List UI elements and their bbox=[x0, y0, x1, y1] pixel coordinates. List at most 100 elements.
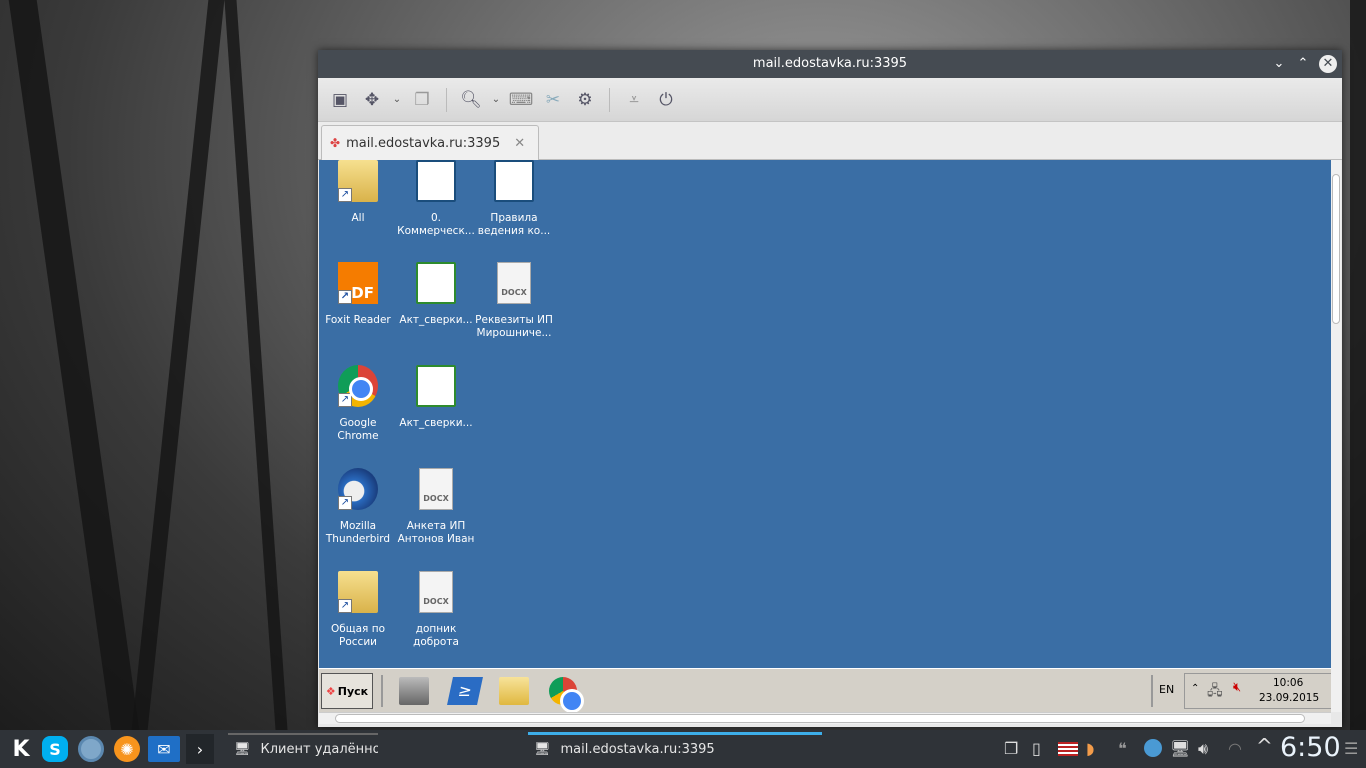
thunderbird-icon: ↗ bbox=[338, 468, 378, 510]
start-button[interactable]: ❖ Пуск bbox=[321, 673, 373, 709]
minimize-button[interactable]: ⌄ bbox=[1270, 55, 1288, 73]
us-flag-icon[interactable] bbox=[1058, 742, 1078, 756]
maximize-button[interactable]: ⌃ bbox=[1294, 55, 1312, 73]
remmina-icon: 🖥︎ bbox=[534, 741, 551, 757]
network-icon[interactable]: 🖧 bbox=[1207, 680, 1223, 704]
remote-desktop[interactable]: ↗ All 0. Коммерческ... Правила ведения ко… bbox=[319, 160, 1331, 668]
icon-label: Правила ведения ко... bbox=[477, 212, 551, 237]
tools-icon[interactable]: ✂ bbox=[539, 86, 567, 114]
fullscreen-icon[interactable]: ▣ bbox=[326, 86, 354, 114]
desktop-icon-rules[interactable]: Правила ведения ко... bbox=[475, 160, 553, 238]
docx-file-icon: DOCX bbox=[419, 571, 453, 613]
skype-icon[interactable]: S bbox=[42, 736, 68, 762]
language-indicator[interactable]: EN bbox=[1159, 683, 1174, 696]
task-label: mail.edostavka.ru:3395 bbox=[560, 741, 715, 757]
desktop-icon-dopnik[interactable]: DOCX допник доброта bbox=[397, 571, 475, 649]
chromium-tray-icon[interactable] bbox=[1144, 739, 1162, 757]
chevron-down-icon[interactable]: ⌄ bbox=[489, 94, 503, 105]
clipboard-icon[interactable]: ❐ bbox=[1004, 739, 1018, 758]
task-remmina-client[interactable]: 🖥︎ Клиент удалённого рабочего стола Remm bbox=[228, 730, 378, 768]
shortcut-arrow-icon: ↗ bbox=[338, 188, 352, 202]
tab-bar: ✤ mail.edostavka.ru:3395 ✕ bbox=[318, 122, 1342, 160]
chromium-icon[interactable] bbox=[78, 736, 104, 762]
docx-file-icon: DOCX bbox=[419, 468, 453, 510]
shortcut-arrow-icon: ↗ bbox=[338, 599, 352, 613]
clock[interactable]: 6:50 bbox=[1280, 732, 1341, 763]
spreadsheet-icon bbox=[416, 365, 456, 407]
mail-icon[interactable]: ✉ bbox=[148, 736, 180, 762]
scroll-thumb[interactable] bbox=[1332, 174, 1340, 324]
icon-label: Mozilla Thunderbird bbox=[325, 520, 391, 545]
desktop-icon-anketa[interactable]: DOCX Анкета ИП Антонов Иван bbox=[397, 468, 475, 546]
title-bar[interactable]: mail.edostavka.ru:3395 ⌄ ⌃ ✕ bbox=[318, 50, 1342, 78]
remmina-icon: ✤ bbox=[330, 136, 341, 150]
desktop-icon-russia[interactable]: ↗ Общая по России bbox=[319, 571, 397, 649]
icon-label: Общая по России bbox=[330, 623, 385, 648]
scale-icon[interactable]: ✥ bbox=[358, 86, 386, 114]
icon-label: Foxit Reader bbox=[325, 314, 391, 326]
disconnect-icon[interactable]: ⏻ bbox=[652, 86, 680, 114]
desktop-icon-requisites[interactable]: DOCX Реквезиты ИП Мирошниче... bbox=[475, 262, 553, 340]
start-label: Пуск bbox=[337, 684, 369, 698]
desktop-icon-all[interactable]: ↗ All bbox=[319, 160, 397, 225]
keyboard-icon[interactable]: ⌨ bbox=[507, 86, 535, 114]
preferences-icon[interactable]: ⚙ bbox=[571, 86, 599, 114]
clementine-icon[interactable]: ✺ bbox=[114, 736, 140, 762]
icon-label: 0. Коммерческ... bbox=[397, 212, 475, 237]
battery-icon[interactable]: ▯ bbox=[1032, 739, 1041, 758]
horizontal-scrollbar[interactable] bbox=[319, 712, 1331, 724]
multi-window-icon[interactable]: ❐ bbox=[408, 86, 436, 114]
icon-label: Акт_сверки... bbox=[399, 417, 473, 429]
chevron-down-icon[interactable]: ⌄ bbox=[390, 94, 404, 105]
close-button[interactable]: ✕ bbox=[1319, 55, 1337, 73]
clementine-tray-icon[interactable]: ◗ bbox=[1086, 739, 1094, 758]
explorer-icon[interactable] bbox=[499, 677, 529, 705]
chrome-icon: ↗ bbox=[338, 365, 378, 407]
volume-icon[interactable]: 🔊︎ bbox=[1198, 739, 1208, 759]
icon-label: Анкета ИП Антонов Иван bbox=[397, 520, 475, 545]
expand-tray-icon[interactable]: ^ bbox=[1256, 734, 1273, 758]
remmina-window: mail.edostavka.ru:3395 ⌄ ⌃ ✕ ▣ ✥ ⌄ ❐ 🔍︎ … bbox=[318, 50, 1342, 727]
scroll-thumb[interactable] bbox=[335, 714, 1305, 723]
system-tray: ⌃ 🖧 🔇︎ 10:06 23.09.2015 bbox=[1184, 673, 1339, 709]
zoom-icon[interactable]: 🔍︎ bbox=[457, 86, 485, 114]
hangouts-icon[interactable]: ❝ bbox=[1118, 739, 1127, 758]
docx-file-icon: DOCX bbox=[497, 262, 531, 304]
desktop-icon-commercial[interactable]: 0. Коммерческ... bbox=[397, 160, 475, 238]
kde-menu-icon[interactable]: K bbox=[8, 736, 34, 762]
show-hidden-icon[interactable]: ⌃ bbox=[1191, 683, 1199, 694]
icon-label: допник доброта bbox=[413, 623, 459, 648]
server-manager-icon[interactable] bbox=[399, 677, 429, 705]
chrome-icon[interactable] bbox=[549, 677, 584, 713]
wifi-icon[interactable]: ◠ bbox=[1228, 739, 1242, 758]
task-mail-edostavka[interactable]: 🖥︎ mail.edostavka.ru:3395 bbox=[528, 730, 822, 768]
volume-muted-icon[interactable]: 🔇︎ bbox=[1233, 680, 1241, 695]
foxit-pdf-icon: DF ↗ bbox=[338, 262, 378, 304]
tab-connection[interactable]: ✤ mail.edostavka.ru:3395 ✕ bbox=[321, 125, 539, 160]
separator bbox=[1151, 675, 1153, 707]
remote-date[interactable]: 23.09.2015 bbox=[1259, 692, 1319, 704]
desktop-icon-chrome[interactable]: ↗ Google Chrome bbox=[319, 365, 397, 443]
background-tree bbox=[131, 0, 225, 730]
expand-launchers-icon[interactable]: › bbox=[186, 734, 214, 764]
panel-menu-icon[interactable]: ☰ bbox=[1344, 739, 1358, 758]
task-label: Клиент удалённого рабочего стола Remm bbox=[260, 741, 378, 757]
powershell-icon[interactable]: ≥ bbox=[447, 677, 483, 705]
desktop-icon-akt2[interactable]: Акт_сверки... bbox=[397, 365, 475, 430]
toolbar: ▣ ✥ ⌄ ❐ 🔍︎ ⌄ ⌨ ✂ ⚙ ⩡ ⏻ bbox=[318, 78, 1342, 122]
separator bbox=[381, 675, 383, 707]
remmina-icon: 🖥︎ bbox=[234, 741, 251, 757]
desktop-icon-thunderbird[interactable]: ↗ Mozilla Thunderbird bbox=[319, 468, 397, 546]
desktop-icon-foxit[interactable]: DF ↗ Foxit Reader bbox=[319, 262, 397, 327]
folder-icon: ↗ bbox=[338, 571, 378, 613]
vertical-scrollbar[interactable] bbox=[1331, 160, 1341, 712]
remote-time[interactable]: 10:06 bbox=[1273, 677, 1303, 689]
separator bbox=[446, 87, 447, 112]
desktop-icon-akt1[interactable]: Акт_сверки... bbox=[397, 262, 475, 327]
close-tab-icon[interactable]: ✕ bbox=[514, 136, 525, 151]
windows-logo-icon: ❖ bbox=[325, 684, 336, 698]
writer-document-icon bbox=[494, 160, 534, 202]
remmina-tray-icon[interactable]: 🖥︎ bbox=[1170, 739, 1190, 758]
minimize-download-icon[interactable]: ⩡ bbox=[620, 86, 648, 114]
shortcut-arrow-icon: ↗ bbox=[338, 496, 352, 510]
